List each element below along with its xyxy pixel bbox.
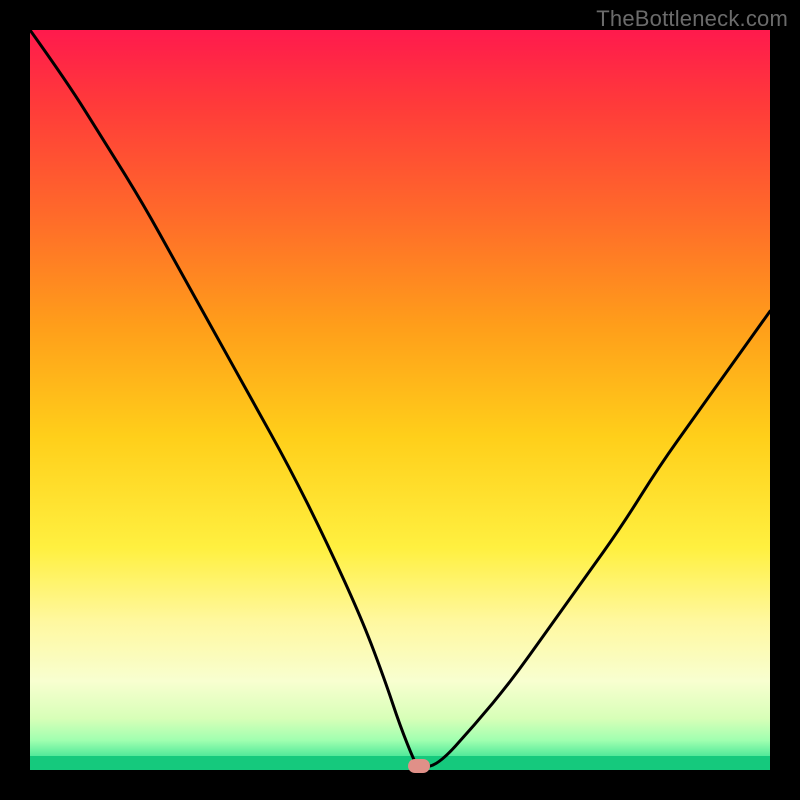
chart-canvas: TheBottleneck.com [0,0,800,800]
curve-svg [30,30,770,770]
minimum-marker [408,759,430,773]
watermark-text: TheBottleneck.com [596,6,788,32]
plot-area [30,30,770,770]
bottleneck-curve [30,30,770,766]
